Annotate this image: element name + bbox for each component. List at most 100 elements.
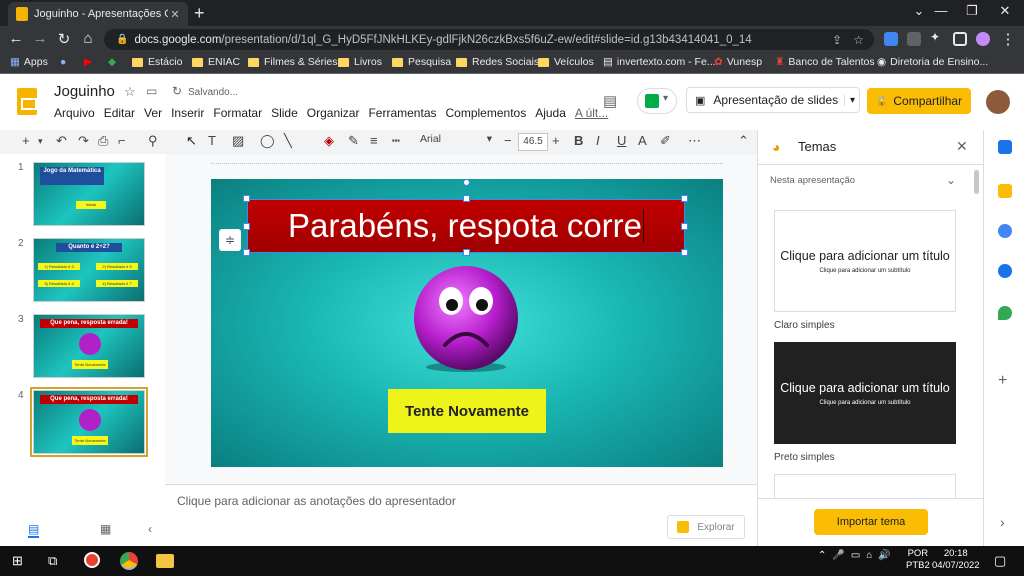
slide-thumbnail-selected[interactable]: Que pena, resposta errada! Tente Novamen… <box>30 387 148 457</box>
bookmark-vunesp[interactable]: ✿ Vunesp <box>714 56 762 68</box>
underline-button[interactable]: U <box>617 133 626 148</box>
chevron-down-icon[interactable]: ▾ <box>843 94 855 106</box>
tasks-icon[interactable] <box>998 224 1012 238</box>
back-button[interactable]: ← <box>6 30 26 47</box>
redo-icon[interactable]: ↷ <box>78 133 89 149</box>
theme-section-select[interactable]: Nesta apresentação <box>770 175 855 186</box>
puzzle-icon[interactable]: ✦ <box>930 30 944 44</box>
menu-complementos[interactable]: Complementos <box>446 106 527 120</box>
menu-ferramentas[interactable]: Ferramentas <box>368 106 436 120</box>
present-button[interactable]: ▣ Apresentação de slides ▾ <box>686 87 860 113</box>
font-size-input[interactable]: 46.5 <box>518 133 548 151</box>
highlight-icon[interactable]: ✐ <box>660 133 671 149</box>
slide-thumbnail[interactable]: Quanto é 2+2? 1) Resultado é 3 2) Result… <box>33 238 145 302</box>
browser-tab[interactable]: Joguinho - Apresentações Goog ✕ <box>8 2 188 26</box>
notifications-icon[interactable]: ▢ <box>994 553 1006 569</box>
bookmark-livros[interactable]: Livros <box>338 56 382 68</box>
bookmark-apps[interactable]: ▦ Apps <box>10 56 48 68</box>
bookmark-veiculos[interactable]: Veículos <box>538 56 594 68</box>
restore-button[interactable]: ❐ <box>957 3 987 19</box>
zoom-icon[interactable]: ⚲ <box>148 133 158 149</box>
theme-card[interactable]: Clique para adicionar um título Clique p… <box>774 342 956 444</box>
menu-editar[interactable]: Editar <box>104 106 135 120</box>
resize-handle[interactable] <box>243 223 250 230</box>
chevron-down-icon[interactable]: ▾ <box>38 136 43 147</box>
close-icon[interactable]: ✕ <box>956 138 968 155</box>
side-panel-icon[interactable] <box>953 32 967 46</box>
paint-format-icon[interactable]: ⌐ <box>118 133 126 148</box>
forward-button[interactable]: → <box>30 30 50 47</box>
microphone-icon[interactable]: 🎤 <box>832 550 844 561</box>
new-tab-button[interactable]: + <box>194 3 205 24</box>
bookmark-diretoria[interactable]: ◉ Diretoria de Ensino... <box>877 56 988 68</box>
more-options-icon[interactable]: ⋯ <box>688 133 701 149</box>
grid-view-icon[interactable]: ▦ <box>100 522 111 536</box>
undo-icon[interactable]: ↶ <box>56 133 67 149</box>
theme-card[interactable] <box>774 474 956 498</box>
shape-icon[interactable]: ◯ <box>260 133 275 149</box>
fill-color-icon[interactable]: ◈ <box>324 133 334 149</box>
calendar-icon[interactable] <box>998 140 1012 154</box>
bookmark-banco-talentos[interactable]: ♜ Banco de Talentos <box>775 56 875 68</box>
menu-formatar[interactable]: Formatar <box>213 106 262 120</box>
task-view-icon[interactable]: ⧉ <box>48 553 57 569</box>
slide-thumbnail[interactable]: Jogo da Matemática Iniciar <box>33 162 145 226</box>
clock[interactable]: 20:18 04/07/2022 <box>932 548 980 572</box>
star-icon[interactable]: ☆ <box>124 84 136 100</box>
volume-icon[interactable]: 🔊 <box>878 550 890 561</box>
new-slide-button[interactable]: + <box>22 133 30 148</box>
resize-handle[interactable] <box>463 249 470 256</box>
document-title[interactable]: Joguinho <box>54 83 115 100</box>
file-explorer-icon[interactable] <box>156 554 174 568</box>
language-indicator[interactable]: POR PTB2 <box>906 548 930 572</box>
try-again-button[interactable]: Tente Novamente <box>388 389 546 433</box>
chevron-up-icon[interactable]: ⌃ <box>818 550 826 561</box>
chevron-down-icon[interactable]: ⌄ <box>946 173 956 187</box>
close-tab-icon[interactable]: ✕ <box>168 8 182 21</box>
import-theme-button[interactable]: Importar tema <box>814 509 928 535</box>
share-page-icon[interactable]: ⇪ <box>832 33 842 47</box>
meet-button[interactable]: ▾ <box>637 88 677 114</box>
font-family-select[interactable]: Arial ▾ <box>420 133 494 151</box>
chrome-taskbar-icon[interactable] <box>120 552 138 570</box>
address-bar[interactable]: 🔒 docs.google.com/presentation/d/1ql_G_H… <box>104 29 874 50</box>
extension-icon[interactable] <box>884 32 898 46</box>
add-addon-icon[interactable]: + <box>998 372 1007 390</box>
bookmark-people[interactable]: ● <box>60 56 66 68</box>
maps-icon[interactable] <box>998 306 1012 320</box>
themes-scrollbar[interactable] <box>974 170 979 194</box>
text-color-button[interactable]: A <box>638 133 647 148</box>
textbox-icon[interactable]: T <box>208 133 216 148</box>
italic-button[interactable]: I <box>596 133 600 148</box>
collapse-panel-icon[interactable]: ‹ <box>148 522 152 536</box>
menu-kebab-icon[interactable]: ⋮ <box>998 30 1018 48</box>
bold-button[interactable]: B <box>574 133 583 148</box>
menu-inserir[interactable]: Inserir <box>171 106 204 120</box>
notes-placeholder[interactable]: Clique para adicionar as anotações do ap… <box>177 494 456 508</box>
menu-ajuda[interactable]: Ajuda <box>535 106 566 120</box>
border-color-icon[interactable]: ✎ <box>348 133 359 149</box>
home-button[interactable]: ⌂ <box>78 30 98 47</box>
resize-handle[interactable] <box>681 249 688 256</box>
share-button[interactable]: 🔒 Compartilhar <box>867 88 971 114</box>
increase-font-size-button[interactable]: + <box>552 133 560 148</box>
extension-icon[interactable] <box>907 32 921 46</box>
move-folder-icon[interactable]: ▭ <box>146 84 157 98</box>
bookmark-maps[interactable]: ◆ <box>108 56 116 68</box>
speaker-notes[interactable]: Clique para adicionar as anotações do ap… <box>165 484 757 546</box>
bookmark-youtube[interactable]: ▶ <box>84 56 92 68</box>
chevron-up-icon[interactable]: ⌃ <box>738 133 749 149</box>
app-icon[interactable] <box>84 552 100 568</box>
explore-button[interactable]: Explorar <box>667 515 745 539</box>
bookmark-pesquisa[interactable]: Pesquisa <box>392 56 451 68</box>
current-slide[interactable]: Parabéns, respota corre ≑ Tente Novament… <box>211 179 723 467</box>
keep-icon[interactable] <box>998 184 1012 198</box>
print-icon[interactable]: ⎙ <box>98 133 108 149</box>
slide-thumbnail[interactable]: Que pena, resposta errada! Tente Novamen… <box>33 314 145 378</box>
resize-handle[interactable] <box>243 249 250 256</box>
contacts-icon[interactable] <box>998 264 1012 278</box>
battery-icon[interactable]: ▭ <box>851 550 860 561</box>
bookmark-redes-sociais[interactable]: Redes Sociais <box>456 56 539 68</box>
border-dash-icon[interactable]: ┅ <box>392 133 400 149</box>
chevron-right-icon[interactable]: › <box>1000 514 1005 530</box>
